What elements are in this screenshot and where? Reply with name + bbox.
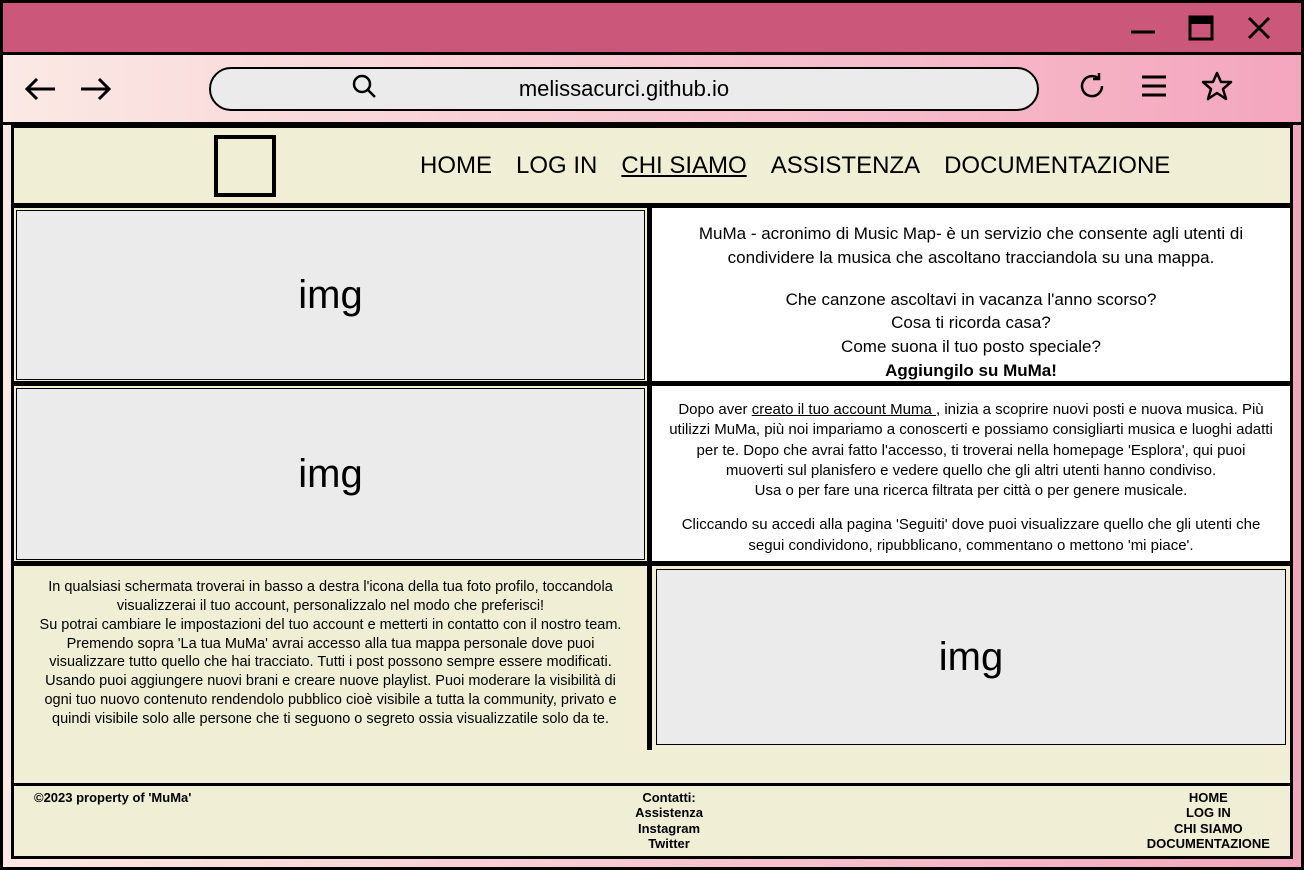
footer-nav: HOME LOG IN CHI SIAMO DOCUMENTAZIONE	[1147, 790, 1270, 852]
intro-q1: Che canzone ascoltavi in vacanza l'anno …	[672, 288, 1270, 312]
intro-text: MuMa - acronimo di Music Map- è un servi…	[652, 208, 1290, 381]
forward-icon[interactable]	[77, 76, 113, 102]
viewport: HOME LOG IN CHI SIAMO ASSISTENZA DOCUMEN…	[3, 125, 1301, 867]
explore-p2: Usa o per fare una ricerca filtrata per …	[668, 481, 1274, 501]
image-placeholder: img	[656, 569, 1286, 745]
section-explore: img Dopo aver creato il tuo account Muma…	[14, 386, 1290, 566]
explore-p1: Dopo aver creato il tuo account Muma , i…	[668, 400, 1274, 481]
nav-documentazione[interactable]: DOCUMENTAZIONE	[944, 152, 1170, 180]
back-icon[interactable]	[23, 76, 59, 102]
address-bar: melissacurci.github.io	[3, 55, 1301, 125]
page: HOME LOG IN CHI SIAMO ASSISTENZA DOCUMEN…	[11, 125, 1293, 859]
footer-assistenza-link[interactable]: Assistenza	[635, 805, 703, 821]
image-placeholder: img	[16, 388, 645, 560]
intro-q3: Come suona il tuo posto speciale?	[672, 335, 1270, 359]
reload-icon[interactable]	[1077, 71, 1107, 106]
footer-nav-chisiamo[interactable]: CHI SIAMO	[1147, 821, 1270, 837]
profile-text: In qualsiasi schermata troverai in basso…	[14, 566, 652, 750]
footer-nav-home[interactable]: HOME	[1147, 790, 1270, 806]
footer-copyright: ©2023 property of 'MuMa'	[34, 790, 191, 852]
star-icon[interactable]	[1201, 70, 1233, 107]
nav-chisiamo[interactable]: CHI SIAMO	[621, 152, 746, 180]
intro-cta: Aggiungilo su MuMa!	[672, 359, 1270, 383]
footer-twitter-link[interactable]: Twitter	[635, 836, 703, 852]
logo[interactable]	[214, 135, 276, 197]
nav-home[interactable]: HOME	[420, 152, 492, 180]
browser-window: melissacurci.github.io HOME LOG IN CHI S…	[0, 0, 1304, 870]
maximize-icon[interactable]	[1187, 14, 1215, 42]
explore-text: Dopo aver creato il tuo account Muma , i…	[652, 386, 1290, 561]
image-placeholder: img	[16, 210, 645, 380]
explore-p3: Cliccando su accedi alla pagina 'Seguiti…	[668, 515, 1274, 556]
section-profile: In qualsiasi schermata troverai in basso…	[14, 566, 1290, 750]
footer-contacts-label: Contatti:	[635, 790, 703, 806]
footer-nav-login[interactable]: LOG IN	[1147, 805, 1270, 821]
close-icon[interactable]	[1245, 14, 1273, 42]
footer-contacts: Contatti: Assistenza Instagram Twitter	[635, 790, 703, 852]
footer: ©2023 property of 'MuMa' Contatti: Assis…	[14, 783, 1290, 856]
search-icon	[351, 73, 377, 104]
intro-desc: MuMa - acronimo di Music Map- è un servi…	[672, 222, 1270, 270]
profile-p4: Usando puoi aggiungere nuovi brani e cre…	[32, 672, 629, 729]
title-bar	[3, 3, 1301, 55]
nav-login[interactable]: LOG IN	[516, 152, 597, 180]
footer-nav-documentazione[interactable]: DOCUMENTAZIONE	[1147, 836, 1270, 852]
url-input[interactable]: melissacurci.github.io	[209, 67, 1039, 111]
nav-assistenza[interactable]: ASSISTENZA	[771, 152, 920, 180]
profile-p1: In qualsiasi schermata troverai in basso…	[32, 578, 629, 616]
profile-p2: Su potrai cambiare le impostazioni del t…	[32, 616, 629, 635]
site-nav: HOME LOG IN CHI SIAMO ASSISTENZA DOCUMEN…	[14, 128, 1290, 208]
footer-instagram-link[interactable]: Instagram	[635, 821, 703, 837]
create-account-link[interactable]: creato il tuo account Muma	[752, 401, 936, 418]
minimize-icon[interactable]	[1129, 14, 1157, 42]
section-intro: img MuMa - acronimo di Music Map- è un s…	[14, 208, 1290, 386]
menu-icon[interactable]	[1139, 73, 1169, 104]
url-text: melissacurci.github.io	[211, 76, 1037, 102]
intro-q2: Cosa ti ricorda casa?	[672, 311, 1270, 335]
profile-p3: Premendo sopra 'La tua MuMa' avrai acces…	[32, 635, 629, 673]
